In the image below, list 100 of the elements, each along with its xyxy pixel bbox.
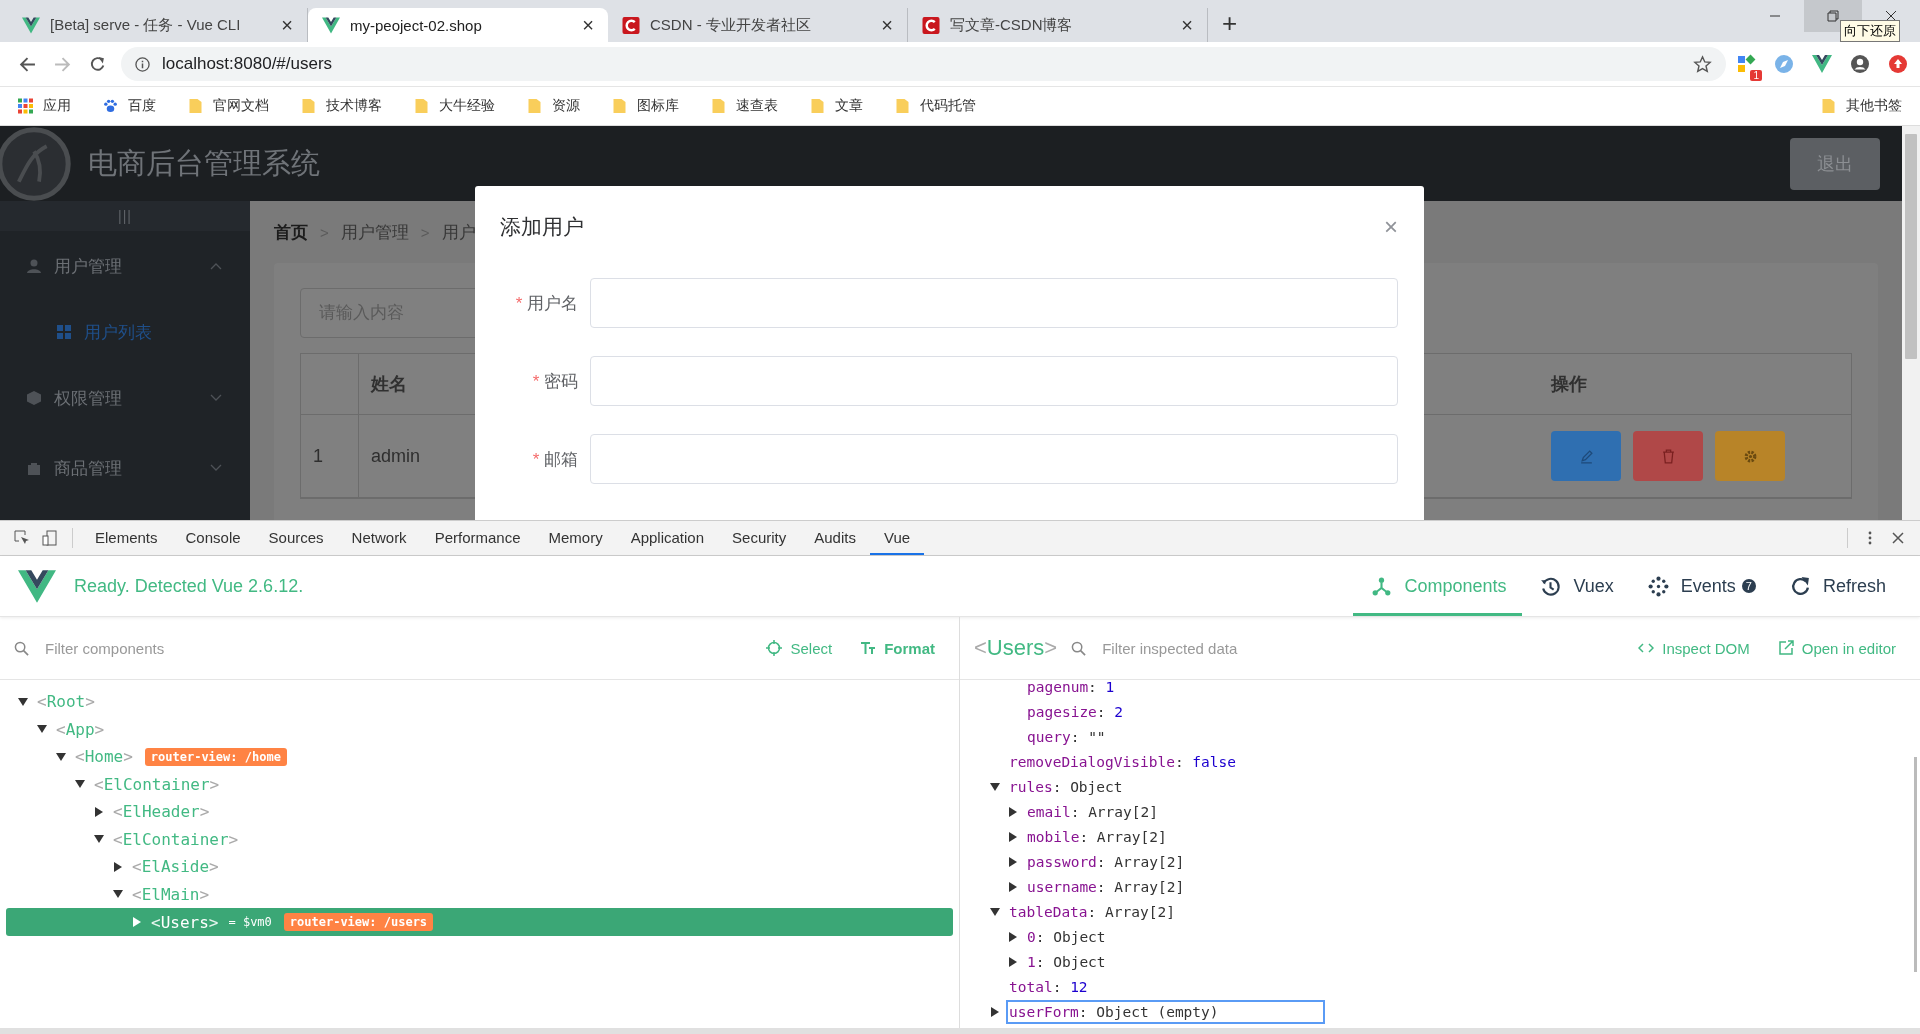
upload-icon[interactable]	[1888, 54, 1908, 74]
devtools-tab[interactable]: Audits	[800, 521, 870, 555]
new-tab-button[interactable]: +	[1222, 10, 1238, 36]
expand-arrow-icon[interactable]	[94, 834, 104, 845]
address-field[interactable]: localhost:8080/#/users	[121, 47, 1726, 81]
bookmark[interactable]: 技术博客	[301, 97, 382, 115]
crosshair-icon	[766, 640, 783, 656]
component-name: <ElAside>	[132, 857, 219, 877]
apps-grid-icon	[18, 98, 33, 114]
devtools-tab[interactable]: Sources	[254, 521, 338, 555]
v-logo-icon	[22, 16, 40, 34]
bag-icon	[26, 460, 42, 476]
data-property[interactable]: rules: Object	[1006, 774, 1126, 799]
data-property[interactable]: total: 12	[1006, 974, 1091, 999]
input-field[interactable]	[590, 356, 1398, 406]
close-icon[interactable]: ×	[582, 15, 594, 35]
expand-arrow-icon[interactable]	[990, 781, 1000, 792]
devtools-tab[interactable]: Memory	[534, 521, 617, 555]
devtools-tab[interactable]: Elements	[81, 521, 172, 555]
nav-tab[interactable]: Refresh	[1771, 556, 1902, 616]
expand-arrow-icon[interactable]	[18, 696, 28, 707]
tree-icon	[1371, 575, 1393, 597]
expand-arrow-icon[interactable]	[94, 806, 104, 817]
vm-label: = $vm0	[228, 915, 272, 929]
bookmark[interactable]: 应用	[18, 97, 71, 115]
data-property[interactable]: userForm: Object (empty)	[1006, 999, 1325, 1024]
bookmark[interactable]: 资源	[527, 97, 580, 115]
browser-tab[interactable]: 写文章-CSDN博客 ×	[908, 8, 1208, 42]
dialog-title: 添加用户	[500, 214, 584, 240]
data-property[interactable]: email: Array[2]	[1027, 803, 1158, 820]
refresh-icon	[1789, 575, 1811, 597]
account-icon[interactable]	[1850, 54, 1870, 74]
data-property[interactable]: password: Array[2]	[1027, 853, 1185, 870]
breadcrumb-item: 用户管理	[340, 221, 409, 244]
input-field[interactable]	[590, 278, 1398, 328]
scrollbar-thumb[interactable]	[1905, 134, 1917, 359]
nav-tab[interactable]: Vuex	[1522, 556, 1630, 616]
scrollbar-thumb[interactable]	[1914, 757, 1917, 972]
component-name: <ElHeader>	[113, 802, 210, 822]
c-logo-icon	[922, 16, 940, 34]
tooltip: 向下还原	[1840, 20, 1900, 42]
folder-icon	[527, 98, 542, 114]
expand-arrow-icon[interactable]	[1008, 931, 1018, 942]
separator-icon: >	[320, 223, 329, 241]
table-cell: admin	[371, 445, 421, 466]
data-property[interactable]: 0: Object	[1027, 928, 1106, 945]
browser-tab[interactable]: CSDN - 专业开发者社区 ×	[608, 8, 908, 42]
devtools-tab[interactable]: Network	[337, 521, 421, 555]
expand-arrow-icon[interactable]	[113, 861, 123, 872]
data-property[interactable]: removeDialogVisible: false	[1006, 749, 1239, 774]
folder-icon	[414, 98, 429, 114]
breadcrumb-item[interactable]: 首页	[274, 220, 308, 244]
expand-arrow-icon[interactable]	[1008, 956, 1018, 967]
folder-icon	[188, 98, 203, 114]
expand-arrow-icon[interactable]	[1008, 856, 1018, 867]
expand-arrow-icon[interactable]	[113, 889, 123, 900]
bookmark[interactable]: 代码托管	[895, 97, 976, 115]
expand-arrow-icon[interactable]	[1008, 831, 1018, 842]
expand-arrow-icon[interactable]	[990, 1006, 1000, 1017]
bookmark[interactable]: 文章	[810, 97, 863, 115]
browser-tab[interactable]: my-peoject-02.shop ×	[308, 8, 608, 42]
expand-arrow-icon[interactable]	[75, 779, 85, 790]
data-property[interactable]: mobile: Array[2]	[1027, 828, 1167, 845]
expand-arrow-icon[interactable]	[990, 906, 1000, 917]
expand-arrow-icon[interactable]	[56, 751, 66, 762]
bookmark[interactable]: 图标库	[612, 97, 679, 115]
extension-icon[interactable]	[1736, 54, 1756, 74]
nav-tab[interactable]: Events 7	[1629, 556, 1772, 616]
bookmark[interactable]: 其他书签	[1821, 97, 1902, 115]
devtools-tab[interactable]: Security	[718, 521, 801, 555]
field-label: * 用户名	[514, 292, 578, 315]
devtools-tab[interactable]: Console	[171, 521, 255, 555]
bookmark[interactable]: 官网文档	[188, 97, 269, 115]
data-property: pagesize: 2	[1027, 703, 1124, 720]
close-icon[interactable]: ×	[281, 15, 293, 35]
data-property[interactable]: tableData: Array[2]	[1006, 899, 1178, 924]
expand-arrow-icon[interactable]	[37, 724, 47, 735]
v-logo-icon	[18, 569, 56, 603]
data-property[interactable]: username: Array[2]	[1027, 878, 1185, 895]
v-logo-icon[interactable]	[1812, 54, 1832, 74]
data-property: query: ""	[1027, 728, 1106, 745]
devtools-tab[interactable]: Performance	[420, 521, 535, 555]
logo-icon	[0, 126, 72, 202]
trash-icon	[1660, 448, 1676, 464]
star-icon[interactable]	[1693, 54, 1712, 74]
bookmark[interactable]: 百度	[103, 97, 156, 115]
text-format-icon	[860, 640, 877, 656]
expand-arrow-icon[interactable]	[1008, 881, 1018, 892]
devtools-tab[interactable]: Application	[616, 521, 719, 555]
folder-icon	[895, 98, 910, 114]
bookmark[interactable]: 速查表	[711, 97, 778, 115]
table-cell: 1	[313, 445, 323, 467]
data-property[interactable]: 1: Object	[1027, 953, 1106, 970]
devtools-tab[interactable]: Vue	[869, 521, 925, 555]
count-badge: 1	[1750, 70, 1762, 81]
close-icon[interactable]: ×	[1181, 15, 1193, 35]
close-icon[interactable]: ×	[881, 15, 893, 35]
bookmark[interactable]: 大牛经验	[414, 97, 495, 115]
expand-arrow-icon[interactable]	[1008, 806, 1018, 817]
input-field[interactable]	[590, 434, 1398, 484]
